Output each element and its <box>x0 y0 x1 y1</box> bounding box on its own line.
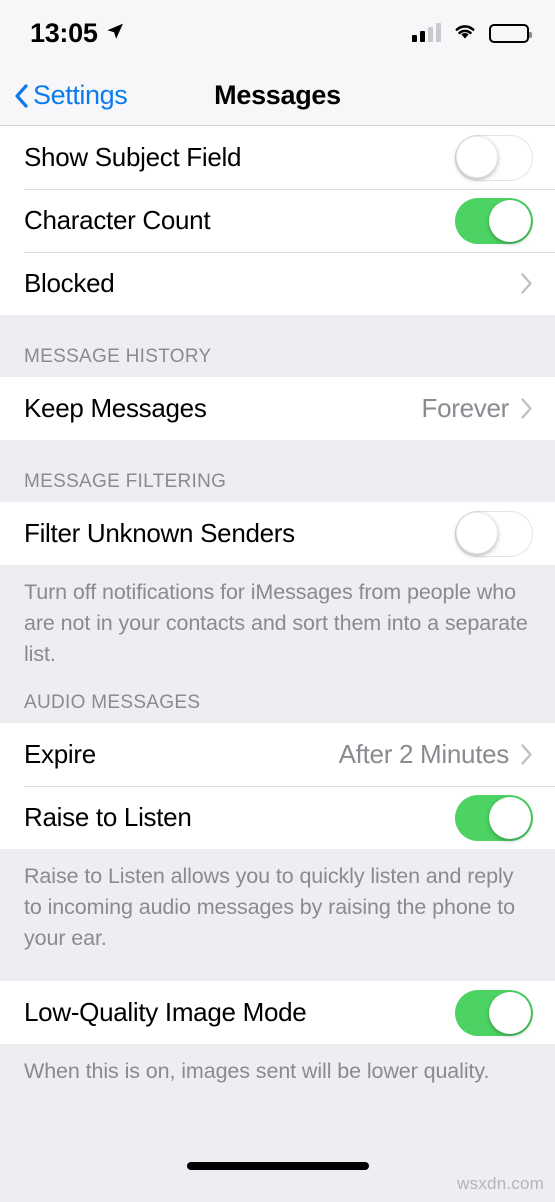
row-show-subject-field[interactable]: Show Subject Field <box>0 126 555 189</box>
battery-icon <box>489 23 532 43</box>
chevron-right-icon <box>521 744 533 765</box>
row-low-quality-image-mode[interactable]: Low-Quality Image Mode <box>0 981 555 1044</box>
settings-group-general: Show Subject Field Character Count Block… <box>0 126 555 315</box>
toggle-filter-unknown-senders[interactable] <box>455 510 533 557</box>
status-bar-right <box>412 21 532 45</box>
chevron-right-icon <box>521 398 533 419</box>
section-header-audio-messages: AUDIO MESSAGES <box>0 690 555 723</box>
status-bar-clock: 13:05 <box>30 17 98 48</box>
wifi-icon <box>452 21 478 45</box>
chevron-right-icon <box>521 273 533 294</box>
row-value: After 2 Minutes <box>338 739 510 769</box>
row-label: Character Count <box>24 205 211 235</box>
settings-group-message-filtering: Filter Unknown Senders <box>0 502 555 565</box>
footer-note-image-quality: When this is on, images sent will be low… <box>0 1044 555 1087</box>
section-header-message-history: MESSAGE HISTORY <box>0 344 555 377</box>
iphone-screen: 13:05 Settings Messages Show Subject Fie… <box>0 0 555 1202</box>
location-arrow-icon <box>105 21 125 46</box>
toggle-raise-to-listen[interactable] <box>455 794 533 841</box>
watermark: wsxdn.com <box>457 1174 544 1193</box>
section-gap <box>0 670 555 690</box>
toggle-low-quality-image-mode[interactable] <box>455 989 533 1036</box>
row-label: Raise to Listen <box>24 802 192 832</box>
section-gap <box>0 315 555 344</box>
settings-group-audio-messages: Expire After 2 Minutes Raise to Listen <box>0 723 555 849</box>
row-label: Keep Messages <box>24 393 207 423</box>
home-indicator-area: wsxdn.com <box>0 1152 555 1202</box>
toggle-show-subject-field[interactable] <box>455 134 533 181</box>
row-label: Expire <box>24 739 96 769</box>
navigation-bar: Settings Messages <box>0 66 555 126</box>
status-bar-left: 13:05 <box>30 18 125 49</box>
section-gap <box>0 440 555 469</box>
cellular-signal-icon <box>412 23 441 42</box>
status-bar: 13:05 <box>0 0 555 66</box>
row-filter-unknown-senders[interactable]: Filter Unknown Senders <box>0 502 555 565</box>
footer-note-audio-messages: Raise to Listen allows you to quickly li… <box>0 849 555 954</box>
chevron-left-icon <box>14 83 28 108</box>
row-expire[interactable]: Expire After 2 Minutes <box>0 723 555 786</box>
row-label: Show Subject Field <box>24 142 242 172</box>
row-label: Blocked <box>24 268 115 298</box>
section-gap <box>0 954 555 981</box>
row-keep-messages[interactable]: Keep Messages Forever <box>0 377 555 440</box>
section-header-message-filtering: MESSAGE FILTERING <box>0 469 555 502</box>
row-blocked[interactable]: Blocked <box>0 252 555 315</box>
row-character-count[interactable]: Character Count <box>0 189 555 252</box>
back-button-label: Settings <box>33 80 128 110</box>
toggle-character-count[interactable] <box>455 197 533 244</box>
row-raise-to-listen[interactable]: Raise to Listen <box>0 786 555 849</box>
back-button[interactable]: Settings <box>0 80 128 111</box>
settings-group-image-quality: Low-Quality Image Mode <box>0 981 555 1044</box>
settings-list: Show Subject Field Character Count Block… <box>0 126 555 1152</box>
row-label: Filter Unknown Senders <box>24 518 295 548</box>
home-indicator-bar[interactable] <box>186 1162 369 1170</box>
row-value: Forever <box>421 393 510 423</box>
row-label: Low-Quality Image Mode <box>24 997 307 1027</box>
footer-note-message-filtering: Turn off notifications for iMessages fro… <box>0 565 555 670</box>
settings-group-message-history: Keep Messages Forever <box>0 377 555 440</box>
